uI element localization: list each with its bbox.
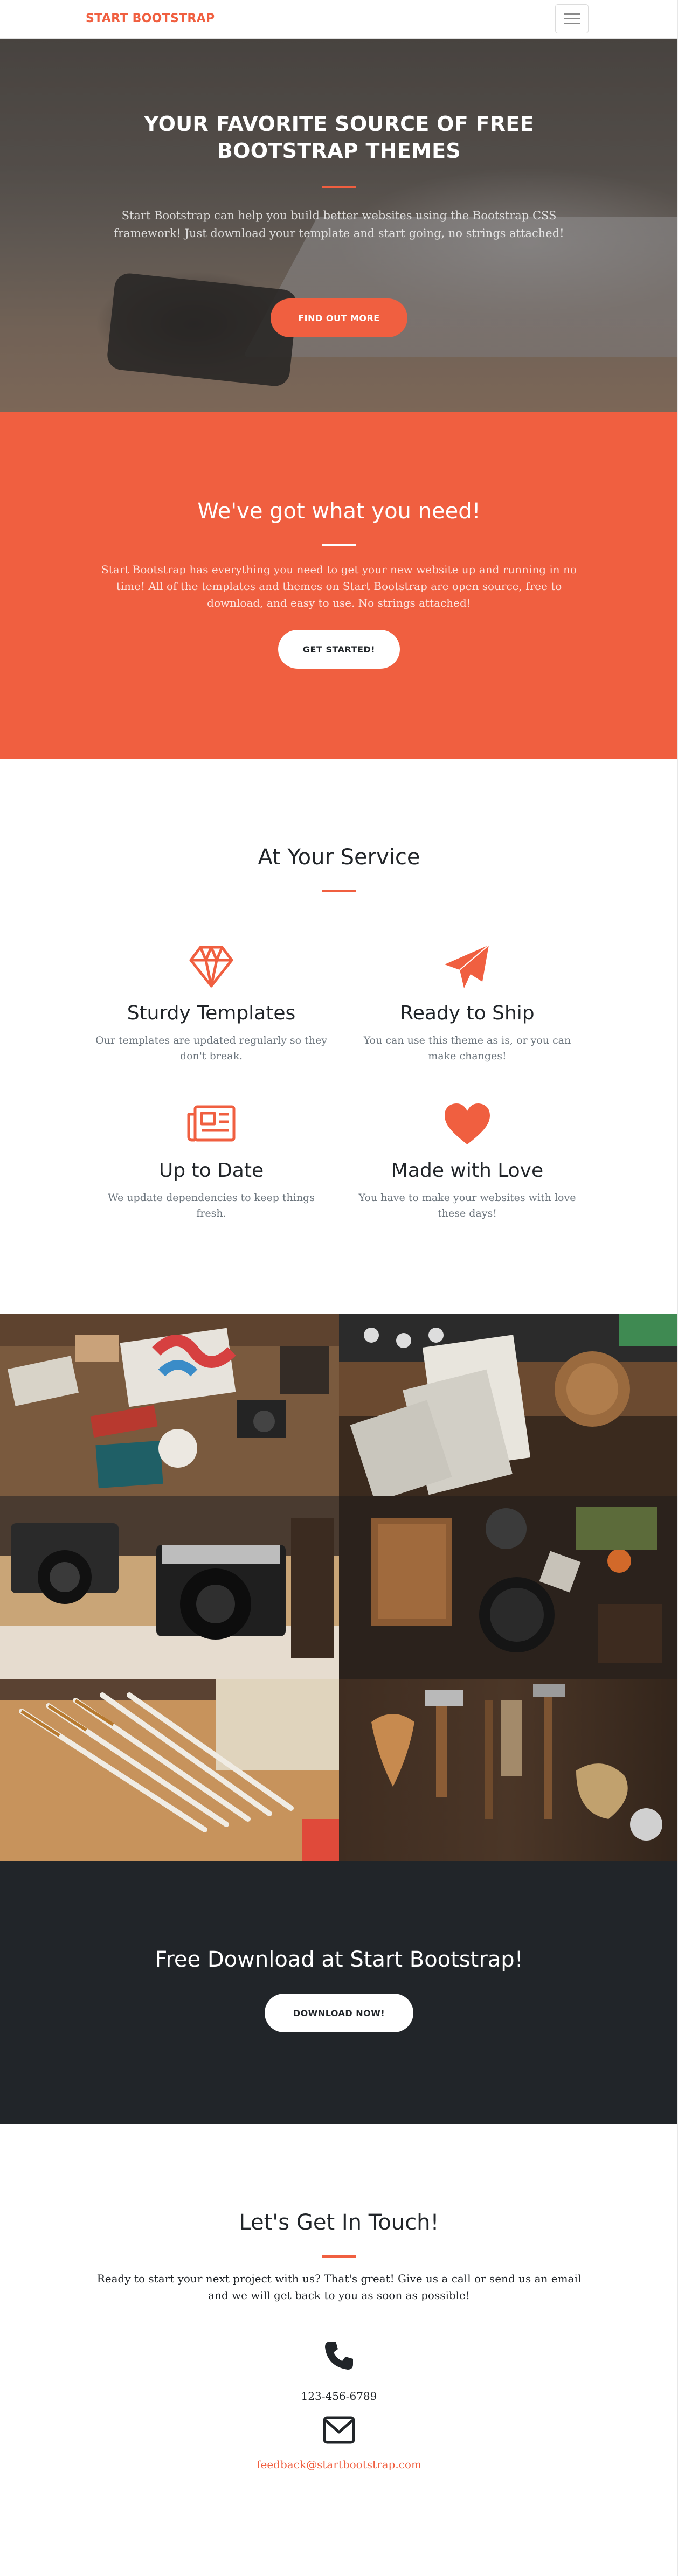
service-item: Up to Date We update dependencies to kee…	[77, 1098, 346, 1221]
portfolio-image-1	[0, 1314, 339, 1496]
hamburger-menu-icon[interactable]	[555, 4, 589, 33]
diamond-icon	[189, 946, 233, 988]
service-title: Made with Love	[391, 1159, 544, 1182]
contact-text: Ready to start your next project with us…	[96, 2272, 582, 2302]
navbar: START BOOTSTRAP	[0, 0, 678, 39]
service-item: Ready to Ship You can use this theme as …	[333, 941, 602, 1064]
portfolio-image-3	[0, 1496, 339, 1679]
about-section: We've got what you need! Start Bootstrap…	[0, 412, 678, 759]
portfolio-image-6	[339, 1679, 678, 1861]
service-text: You can use this theme as is, or you can…	[363, 1034, 571, 1062]
email-link[interactable]: feedback@startbootstrap.com	[0, 2458, 678, 2471]
download-title: Free Download at Start Bootstrap!	[155, 1947, 523, 1972]
download-now-button[interactable]: DOWNLOAD NOW!	[265, 1994, 413, 2032]
services-divider	[322, 890, 356, 892]
about-text: Start Bootstrap has everything you need …	[101, 563, 577, 609]
service-text: Our templates are updated regularly so t…	[95, 1034, 327, 1062]
hero-section: YOUR FAVORITE SOURCE OF FREE BOOTSTRAP T…	[0, 39, 678, 412]
about-title: We've got what you need!	[197, 499, 481, 524]
portfolio-item-3[interactable]	[0, 1496, 339, 1679]
phone-icon	[325, 2342, 353, 2370]
newspaper-icon	[187, 1105, 236, 1142]
services-title: At Your Service	[258, 845, 420, 870]
portfolio-item-5[interactable]	[0, 1679, 339, 1861]
phone-number: 123-456-6789	[301, 2390, 377, 2403]
envelope-icon	[323, 2416, 355, 2444]
hero-title-line1: YOUR FAVORITE SOURCE OF FREE	[144, 112, 534, 136]
service-title: Sturdy Templates	[127, 1002, 296, 1024]
menu-bar	[564, 18, 580, 19]
service-item: Sturdy Templates Our templates are updat…	[77, 941, 346, 1064]
menu-bar	[564, 23, 580, 24]
service-text: You have to make your websites with love…	[358, 1192, 576, 1219]
contact-title: Let's Get In Touch!	[239, 2210, 439, 2235]
hero-title-line2: BOOTSTRAP THEMES	[217, 139, 461, 163]
get-started-button[interactable]: GET STARTED!	[278, 630, 400, 669]
contact-divider	[322, 2255, 356, 2258]
portfolio-item-4[interactable]	[339, 1496, 678, 1679]
page: START BOOTSTRAP YOUR FAVORITE SOURCE OF …	[0, 0, 678, 2576]
brand-link[interactable]: START BOOTSTRAP	[86, 12, 215, 25]
heart-icon	[445, 1103, 490, 1144]
portfolio-image-2	[339, 1314, 678, 1496]
service-title: Up to Date	[158, 1159, 264, 1182]
find-out-more-button[interactable]: FIND OUT MORE	[271, 298, 407, 337]
paper-plane-icon	[445, 945, 489, 988]
download-section: Free Download at Start Bootstrap! DOWNLO…	[0, 1861, 678, 2124]
service-text: We update dependencies to keep things fr…	[108, 1192, 315, 1219]
about-divider	[322, 544, 356, 546]
portfolio-item-1[interactable]	[0, 1314, 339, 1496]
hero-title: YOUR FAVORITE SOURCE OF FREE BOOTSTRAP T…	[0, 110, 678, 164]
portfolio-section	[0, 1314, 678, 1861]
service-title: Ready to Ship	[400, 1002, 535, 1024]
service-item: Made with Love You have to make your web…	[333, 1098, 602, 1221]
services-section: At Your Service Sturdy Templates Our tem…	[0, 759, 678, 1314]
menu-bar	[564, 13, 580, 15]
portfolio-item-2[interactable]	[339, 1314, 678, 1496]
portfolio-image-4	[339, 1496, 678, 1679]
hero-text: Start Bootstrap can help you build bette…	[114, 209, 564, 240]
portfolio-image-5	[0, 1679, 339, 1861]
contact-section: Let's Get In Touch! Ready to start your …	[0, 2124, 678, 2576]
hero-divider	[322, 186, 356, 188]
portfolio-item-6[interactable]	[339, 1679, 678, 1861]
